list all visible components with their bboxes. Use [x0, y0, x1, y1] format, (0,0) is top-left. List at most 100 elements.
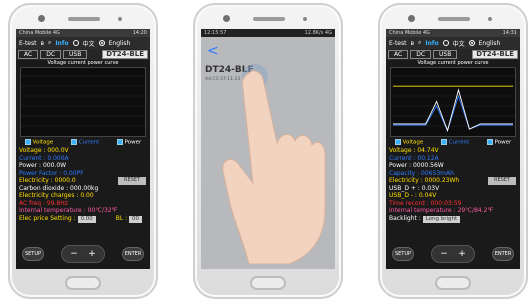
- tab-ac[interactable]: AC: [388, 50, 409, 59]
- backlight-row: Backlight : Long bright: [386, 214, 520, 223]
- info-link[interactable]: Info: [425, 40, 438, 47]
- legend-power[interactable]: Power: [116, 138, 141, 145]
- price-input[interactable]: 0.00: [77, 215, 96, 223]
- ac-freq-reading: AC freq : 99.8Hz: [19, 199, 68, 207]
- earpiece-speaker: [68, 17, 100, 21]
- pointing-hand-icon: [222, 64, 326, 264]
- usb-dplus-reading: USB_D + : 0.03V: [389, 184, 440, 192]
- bl-label: BL :: [115, 214, 128, 222]
- plus-minus-group: − +: [431, 245, 475, 263]
- checkbox-icon[interactable]: [486, 138, 493, 145]
- clock-text: 14:31: [502, 30, 517, 36]
- chart-plot: [391, 75, 515, 133]
- radio-chinese[interactable]: [442, 40, 449, 46]
- app-screenshot-collage: China Mobile 4G 14:20 E-test ʙ ⌕ Info 中文…: [0, 0, 532, 302]
- app-label: E-test: [389, 39, 407, 47]
- legend-voltage[interactable]: Voltage: [394, 138, 423, 145]
- checkbox-icon[interactable]: [70, 138, 77, 145]
- lang-english-label: English: [478, 39, 501, 47]
- model-label: DT24-BLE: [102, 50, 148, 59]
- carrier-text: China Mobile 4G: [19, 30, 60, 36]
- tab-usb[interactable]: USB: [433, 50, 458, 59]
- legend-voltage[interactable]: Voltage: [24, 138, 53, 145]
- reset-button[interactable]: RESET: [487, 177, 516, 185]
- home-button: [250, 276, 286, 290]
- reset-button[interactable]: RESET: [117, 177, 146, 185]
- legend-current[interactable]: Current: [440, 138, 469, 145]
- legend-current[interactable]: Current: [70, 138, 99, 145]
- checkbox-icon[interactable]: [24, 138, 31, 145]
- lang-english-label: English: [108, 39, 131, 47]
- status-bar: 12:15:57 12.8K/s 4G: [201, 29, 335, 37]
- radio-english[interactable]: [98, 40, 105, 46]
- backlight-select[interactable]: Long bright: [422, 215, 461, 223]
- carbon-reading: Carbon dioxide : 000.00kg: [19, 184, 99, 192]
- chart-title: Voltage current power curve: [417, 60, 489, 66]
- top-row: E-test ʙ ⌕ Info 中文 English: [16, 37, 150, 49]
- screen-left: China Mobile 4G 14:20 E-test ʙ ⌕ Info 中文…: [16, 29, 150, 269]
- curve-chart: [390, 67, 516, 137]
- enter-button[interactable]: ENTER: [122, 247, 144, 261]
- clock-text: 12:15:57: [204, 30, 227, 36]
- power-factor-reading: Power Factor : 0.00PF: [19, 169, 84, 177]
- usb-dminus-reading: USB_D - : 0.04V: [389, 192, 437, 199]
- tab-usb[interactable]: USB: [63, 50, 88, 59]
- setup-button[interactable]: SETUP: [392, 247, 414, 261]
- back-chevron-icon[interactable]: <: [207, 43, 219, 59]
- capacity-reading: Capacity : 00653mAh: [389, 169, 454, 177]
- electricity-reading: Electricity : 0000.23Wh: [389, 177, 460, 184]
- tab-dc[interactable]: DC: [410, 50, 432, 59]
- internal-temp-reading: Internal temperature : 00℃/32℉: [19, 207, 118, 214]
- checkbox-icon[interactable]: [440, 138, 447, 145]
- checkbox-icon[interactable]: [116, 138, 123, 145]
- lang-chinese-label: 中文: [82, 40, 95, 48]
- front-camera: [408, 15, 415, 22]
- home-button: [435, 276, 471, 290]
- curve-chart-empty: [20, 67, 146, 137]
- bottom-controls: SETUP − + ENTER: [386, 243, 520, 265]
- checkbox-icon[interactable]: [394, 138, 401, 145]
- enter-button[interactable]: ENTER: [492, 247, 514, 261]
- electricity-row: Electricity : 0000.0 RESET: [16, 177, 150, 185]
- plus-minus-group: − +: [61, 245, 105, 263]
- tab-dc[interactable]: DC: [40, 50, 62, 59]
- info-link[interactable]: Info: [55, 40, 68, 47]
- radio-chinese[interactable]: [72, 40, 79, 46]
- bluetooth-icon[interactable]: ʙ: [40, 40, 43, 47]
- legend-power[interactable]: Power: [486, 138, 511, 145]
- model-label: DT24-BLE: [472, 50, 518, 59]
- chart-grid: [21, 75, 145, 127]
- bluetooth-icon[interactable]: ʙ: [410, 40, 413, 47]
- current-reading: Current : 0.000A: [19, 154, 69, 162]
- tab-ac[interactable]: AC: [18, 50, 39, 59]
- price-row: Elec price Setting : 0.00 BL : 00: [16, 214, 150, 223]
- lang-chinese-label: 中文: [452, 40, 465, 48]
- power-reading: Power : 0000.56W: [389, 162, 444, 169]
- home-button: [65, 276, 101, 290]
- carrier-text: China Mobile 4G: [389, 30, 430, 36]
- screen-middle: 12:15:57 12.8K/s 4G < DT24-BLE A4:C1:37:…: [201, 29, 335, 269]
- backlight-label: Backlight :: [389, 214, 421, 222]
- internal-temp-reading: Internal temperature : 29℃/84.2℉: [389, 207, 494, 214]
- current-series-line: [393, 94, 513, 133]
- bl-input[interactable]: 00: [129, 215, 143, 223]
- proximity-sensor: [303, 17, 307, 21]
- voltage-reading: Voltage : 04.74V: [389, 147, 439, 154]
- minus-button[interactable]: −: [437, 247, 451, 261]
- plus-button[interactable]: +: [85, 247, 99, 261]
- radio-english[interactable]: [468, 40, 475, 46]
- time-record-reading: Time record : 000:03:59: [389, 199, 462, 207]
- legend: Voltage Current Power: [16, 137, 150, 147]
- status-bar: China Mobile 4G 14:20: [16, 29, 150, 37]
- legend: Voltage Current Power: [386, 137, 520, 147]
- plus-button[interactable]: +: [455, 247, 469, 261]
- mode-tabs: AC DC USB DT24-BLE: [386, 49, 520, 60]
- minus-button[interactable]: −: [67, 247, 81, 261]
- clock-text: 14:20: [132, 30, 147, 36]
- app-label: E-test: [19, 39, 37, 47]
- search-icon[interactable]: ⌕: [48, 39, 51, 47]
- voltage-reading: Voltage : 000.0V: [19, 147, 69, 154]
- search-icon[interactable]: ⌕: [418, 39, 421, 47]
- chart-title: Voltage current power curve: [47, 60, 119, 66]
- setup-button[interactable]: SETUP: [22, 247, 44, 261]
